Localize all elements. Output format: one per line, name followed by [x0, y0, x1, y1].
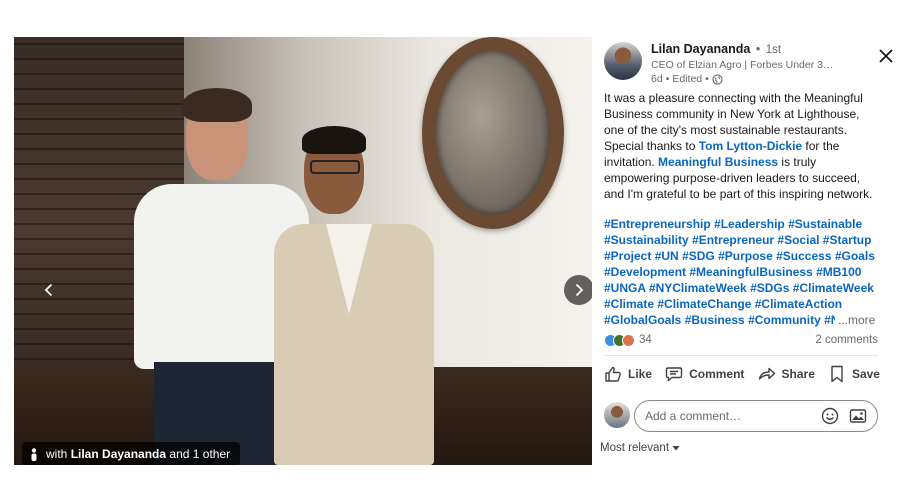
social-counts: 34 2 comments — [604, 331, 878, 349]
hashtag-link[interactable]: #Sustainability — [604, 233, 689, 247]
tag-text: with Lilan Dayananda and 1 other — [46, 447, 230, 461]
hashtag-link[interactable]: #Purpose — [718, 249, 773, 263]
tag-prefix: with — [46, 447, 68, 461]
action-bar: Like Comment Share Save — [600, 362, 884, 386]
hashtag-link[interactable]: #Startup — [823, 233, 872, 247]
hashtag-link[interactable]: #UN — [655, 249, 679, 263]
like-button[interactable]: Like — [600, 365, 656, 383]
comment-box[interactable] — [634, 400, 878, 432]
hashtag-link[interactable]: #ClimateAction — [755, 297, 842, 311]
hashtag-link[interactable]: #SDGs — [750, 281, 789, 295]
hashtag-link[interactable]: #GlobalGoals — [604, 313, 681, 327]
viewer-avatar — [604, 402, 630, 428]
save-icon — [831, 365, 843, 383]
hashtag-link[interactable]: #Sustainable — [788, 217, 862, 231]
hashtag-link[interactable]: #Success — [776, 249, 831, 263]
connection-degree: 1st — [765, 44, 782, 56]
post-body: It was a pleasure connecting with the Me… — [604, 90, 880, 202]
hashtag-link[interactable]: #NYClimateWeek — [649, 281, 747, 295]
sort-label: Most relevant — [600, 442, 670, 454]
hashtag-link[interactable]: #UNGA — [604, 281, 646, 295]
like-label: Like — [628, 367, 653, 381]
hashtag-link[interactable]: #Business — [685, 313, 745, 327]
hashtag-link[interactable]: #Entrepreneurship — [604, 217, 711, 231]
comment-sort-dropdown[interactable]: Most relevant — [600, 442, 681, 454]
tagged-people-pill[interactable]: with Lilan Dayananda and 1 other — [22, 442, 241, 465]
emoji-button[interactable] — [821, 407, 839, 425]
share-icon — [758, 367, 775, 380]
post-header: Lilan Dayananda • 1st CEO of Elzian Agro… — [604, 40, 893, 86]
person-right — [274, 126, 449, 465]
hashtag-link[interactable]: #SDG — [682, 249, 715, 263]
hashtag-link[interactable]: #Development — [604, 265, 686, 279]
globe-icon — [712, 73, 723, 85]
mention-person-link[interactable]: Tom Lytton-Dickie — [699, 139, 802, 153]
reactions-count[interactable]: 34 — [639, 334, 652, 346]
comment-input[interactable] — [645, 409, 811, 423]
photo-scene — [14, 37, 592, 465]
image-icon — [849, 409, 867, 423]
close-button[interactable] — [876, 46, 896, 66]
post-detail-pane: Lilan Dayananda • 1st CEO of Elzian Agro… — [592, 37, 893, 467]
dot-separator: • — [755, 42, 761, 56]
share-label: Share — [781, 367, 815, 381]
comment-icon — [665, 367, 683, 382]
tag-suffix: and 1 other — [169, 447, 231, 461]
tag-name: Lilan Dayananda — [70, 447, 167, 461]
hashtag-link[interactable]: #ClimateWeek — [793, 281, 874, 295]
hashtag-link[interactable]: #MB100 — [816, 265, 861, 279]
hashtag-link[interactable]: #Leadership — [714, 217, 785, 231]
hashtag-link[interactable]: #MeaningfulBusiness — [689, 265, 812, 279]
hashtag-link[interactable]: #Social — [777, 233, 819, 247]
save-button[interactable]: Save — [824, 365, 884, 383]
chevron-left-icon — [44, 283, 53, 297]
share-button[interactable]: Share — [754, 365, 819, 383]
comment-composer — [604, 400, 880, 432]
like-icon — [605, 366, 621, 382]
author-name[interactable]: Lilan Dayananda — [651, 42, 750, 56]
person-icon — [30, 447, 38, 461]
dot-separator: • — [665, 73, 670, 85]
comment-label: Comment — [689, 367, 745, 381]
chevron-right-icon — [575, 283, 584, 297]
dot-separator: • — [705, 73, 709, 85]
edited-label: Edited — [672, 73, 703, 85]
save-label: Save — [851, 367, 880, 381]
comment-button[interactable]: Comment — [661, 365, 748, 383]
see-more-link[interactable]: ...more — [835, 312, 876, 328]
hashtag-link[interactable]: #Goals — [835, 249, 875, 263]
previous-photo-button[interactable] — [34, 275, 64, 305]
post-time: 6d — [651, 73, 663, 85]
hashtag-link[interactable]: #ClimateChange — [657, 297, 751, 311]
next-photo-button[interactable] — [564, 275, 592, 305]
emoji-icon — [821, 407, 839, 425]
hashtag-link[interactable]: #Project — [604, 249, 651, 263]
divider — [604, 355, 878, 356]
post-photo[interactable]: with Lilan Dayananda and 1 other — [14, 37, 592, 465]
mention-company-link[interactable]: Meaningful Business — [658, 155, 778, 169]
post-meta: 6d • Edited • — [651, 73, 723, 85]
hashtag-link[interactable]: #Climate — [604, 297, 654, 311]
comments-count[interactable]: 2 comments — [815, 334, 878, 346]
love-reaction-icon — [622, 333, 635, 347]
hashtag-link[interactable]: #Entrepreneur — [692, 233, 774, 247]
author-line: Lilan Dayananda • 1st — [651, 42, 781, 56]
author-avatar[interactable] — [604, 42, 642, 80]
add-image-button[interactable] — [849, 407, 867, 425]
caret-down-icon — [672, 446, 680, 451]
reaction-icons[interactable] — [604, 333, 635, 347]
hashtag-link[interactable]: #Community — [748, 313, 821, 327]
author-headline: CEO of Elzian Agro | Forbes Under 30 | A… — [651, 59, 835, 71]
close-icon — [879, 49, 893, 63]
